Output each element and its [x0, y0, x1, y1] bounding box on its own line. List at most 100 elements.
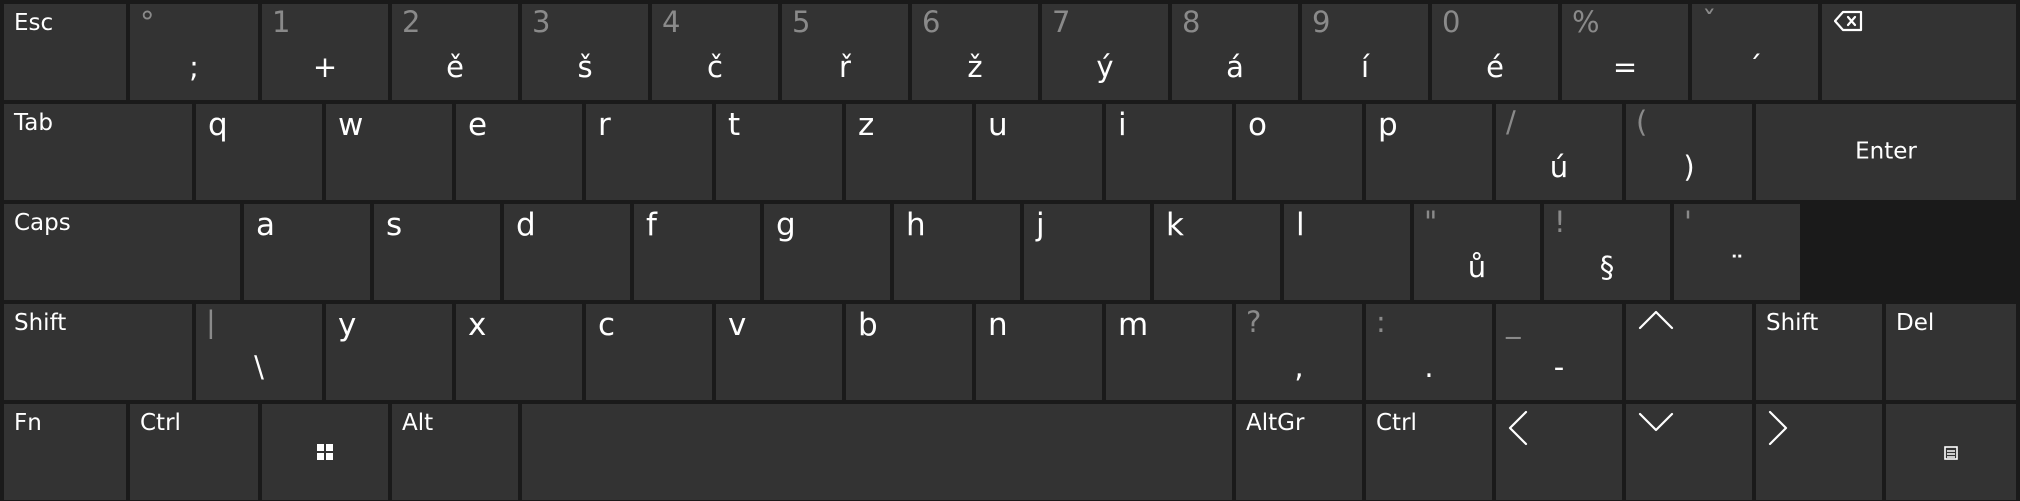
- key-symbol: ´: [1747, 50, 1763, 84]
- arrow-left-icon: [1508, 410, 1528, 446]
- key-a[interactable]: a: [244, 204, 370, 300]
- key-s[interactable]: s: [374, 204, 500, 300]
- key-0-8[interactable]: 7ý: [1042, 4, 1168, 100]
- key-letter: u: [988, 107, 1008, 143]
- key-u[interactable]: u: [976, 104, 1102, 200]
- key-label: Esc: [14, 10, 54, 36]
- key-f[interactable]: f: [634, 204, 760, 300]
- fn-key[interactable]: Fn: [4, 404, 126, 500]
- key-0-5[interactable]: 4č: [652, 4, 778, 100]
- key-d[interactable]: d: [504, 204, 630, 300]
- key-3-11[interactable]: _ -: [1496, 304, 1622, 400]
- key-m[interactable]: m: [1106, 304, 1232, 400]
- key-shift-symbol: ?: [1246, 305, 1262, 339]
- key-k[interactable]: k: [1154, 204, 1280, 300]
- key-shift-symbol: 9: [1312, 5, 1331, 39]
- arrow-right-icon: [1768, 410, 1788, 446]
- key-j[interactable]: j: [1024, 204, 1150, 300]
- key-letter: b: [858, 307, 878, 343]
- key-0-6[interactable]: 5ř: [782, 4, 908, 100]
- key-0-12[interactable]: % =: [1562, 4, 1688, 100]
- key-shift-symbol: 2: [402, 5, 421, 39]
- key-letter: p: [1378, 107, 1398, 143]
- shift-key[interactable]: Shift: [1756, 304, 1882, 400]
- key-symbol: ): [1683, 150, 1695, 184]
- key-symbol: š: [577, 50, 593, 84]
- key-letter: r: [598, 107, 611, 143]
- arrow-down-key[interactable]: [1626, 404, 1752, 500]
- arrow-left-key[interactable]: [1496, 404, 1622, 500]
- key-e[interactable]: e: [456, 104, 582, 200]
- key-3-1[interactable]: | \: [196, 304, 322, 400]
- key-p[interactable]: p: [1366, 104, 1492, 200]
- key-0-3[interactable]: 2ě: [392, 4, 518, 100]
- key-v[interactable]: v: [716, 304, 842, 400]
- windows-key[interactable]: [262, 404, 388, 500]
- key-b[interactable]: b: [846, 304, 972, 400]
- key-0-2[interactable]: 1 +: [262, 4, 388, 100]
- key-label: Shift: [1766, 310, 1819, 336]
- esc-key[interactable]: Esc: [4, 4, 126, 100]
- key-letter: a: [256, 207, 275, 243]
- key-q[interactable]: q: [196, 104, 322, 200]
- caps-lock-key[interactable]: Caps: [4, 204, 240, 300]
- key-2-12[interactable]: ' ¨: [1674, 204, 1800, 300]
- key-symbol: ž: [967, 50, 983, 84]
- key-symbol: ,: [1294, 350, 1304, 384]
- key-symbol: í: [1360, 50, 1370, 84]
- key-1-12[interactable]: (): [1626, 104, 1752, 200]
- delete-key[interactable]: Del: [1886, 304, 2016, 400]
- key-0-13[interactable]: ˇ ´: [1692, 4, 1818, 100]
- ctrl-key[interactable]: Ctrl: [130, 404, 258, 500]
- key-z[interactable]: z: [846, 104, 972, 200]
- key-i[interactable]: i: [1106, 104, 1232, 200]
- key-x[interactable]: x: [456, 304, 582, 400]
- key-g[interactable]: g: [764, 204, 890, 300]
- key-letter: k: [1166, 207, 1184, 243]
- key-2-10[interactable]: " ů: [1414, 204, 1540, 300]
- altgr-key[interactable]: AltGr: [1236, 404, 1362, 500]
- key-o[interactable]: o: [1236, 104, 1362, 200]
- arrow-right-key[interactable]: [1756, 404, 1882, 500]
- key-symbol: .: [1424, 350, 1434, 384]
- key-h[interactable]: h: [894, 204, 1020, 300]
- key-c[interactable]: c: [586, 304, 712, 400]
- key-y[interactable]: y: [326, 304, 452, 400]
- arrow-up-key[interactable]: [1626, 304, 1752, 400]
- key-3-9[interactable]: ?,: [1236, 304, 1362, 400]
- key-shift-symbol: 4: [662, 5, 681, 39]
- keyboard-menu-key[interactable]: [1886, 404, 2016, 500]
- key-0-1[interactable]: °;: [130, 4, 258, 100]
- key-letter: m: [1118, 307, 1149, 343]
- key-symbol: ů: [1467, 250, 1487, 284]
- key-1-11[interactable]: / ú: [1496, 104, 1622, 200]
- key-n[interactable]: n: [976, 304, 1102, 400]
- enter-key[interactable]: Enter: [1756, 104, 2016, 200]
- key-letter: i: [1118, 107, 1127, 143]
- key-label: Tab: [14, 110, 53, 136]
- key-shift-symbol: 6: [922, 5, 941, 39]
- key-0-9[interactable]: 8á: [1172, 4, 1298, 100]
- tab-key[interactable]: Tab: [4, 104, 192, 200]
- key-0-4[interactable]: 3š: [522, 4, 648, 100]
- on-screen-keyboard: Esc °; 1 +2 ě 3 š 4 č 5 ř 6 ž 7 ý 8 á 9 í 0 é% = ˇ ´ Tab q w e r t z u…: [0, 0, 2020, 501]
- key-w[interactable]: w: [326, 104, 452, 200]
- key-2-11[interactable]: ! §: [1544, 204, 1670, 300]
- ctrl-key[interactable]: Ctrl: [1366, 404, 1492, 500]
- key-letter: o: [1248, 107, 1267, 143]
- key-r[interactable]: r: [586, 104, 712, 200]
- shift-key[interactable]: Shift: [4, 304, 192, 400]
- space-key[interactable]: [522, 404, 1232, 500]
- key-letter: c: [598, 307, 616, 343]
- key-l[interactable]: l: [1284, 204, 1410, 300]
- alt-key[interactable]: Alt: [392, 404, 518, 500]
- key-0-10[interactable]: 9í: [1302, 4, 1428, 100]
- key-3-10[interactable]: :.: [1366, 304, 1492, 400]
- key-letter: y: [338, 307, 357, 343]
- key-0-7[interactable]: 6ž: [912, 4, 1038, 100]
- key-symbol: §: [1599, 250, 1615, 284]
- backspace-key[interactable]: [1822, 4, 2016, 100]
- key-t[interactable]: t: [716, 104, 842, 200]
- key-0-11[interactable]: 0é: [1432, 4, 1558, 100]
- arrow-up-icon: [1638, 310, 1674, 330]
